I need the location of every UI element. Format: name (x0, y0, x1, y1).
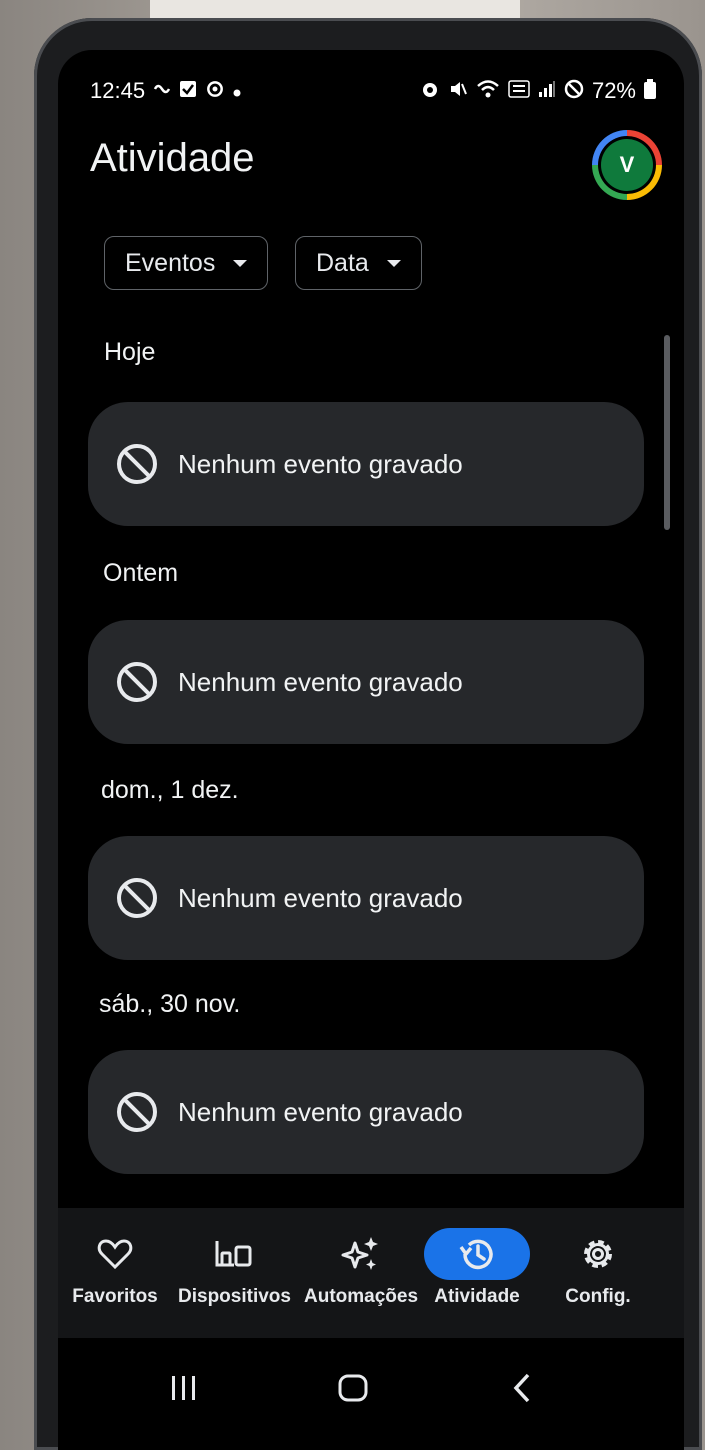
section-label-yesterday: Ontem (103, 559, 179, 587)
account-avatar[interactable]: V (592, 130, 662, 200)
page-title: Atividade (90, 136, 255, 180)
empty-event-message: Nenhum evento gravado (178, 666, 463, 697)
recent-apps-button[interactable] (154, 1366, 214, 1410)
mute-icon (448, 79, 468, 104)
back-icon (513, 1373, 530, 1403)
nav-item-devices[interactable]: Dispositivos (178, 1228, 291, 1308)
nav-item-automations[interactable]: Automações (304, 1228, 418, 1308)
section-label-date: sáb., 30 nov. (99, 990, 241, 1018)
nav-icon-container (308, 1228, 414, 1280)
dropdown-arrow-icon (386, 259, 401, 267)
battery-icon (644, 78, 656, 104)
home-button[interactable] (323, 1366, 383, 1410)
battery-level: 72% (591, 78, 636, 103)
date-filter-chip[interactable]: Data (295, 236, 422, 290)
system-navigation-bar (58, 1338, 684, 1450)
recent-apps-icon (172, 1376, 195, 1400)
status-left: 12:45 (90, 78, 241, 104)
dot-icon (233, 81, 241, 102)
nav-label: Dispositivos (178, 1286, 291, 1307)
status-right: 72% (420, 78, 656, 104)
alarm-icon (420, 79, 440, 104)
blocked-icon (117, 444, 157, 484)
events-filter-chip[interactable]: Eventos (104, 236, 269, 290)
empty-event-card: Nenhum evento gravado (88, 620, 644, 744)
sparkle-icon (341, 1237, 379, 1270)
status-bar: 12:45 72% (58, 76, 684, 106)
section-label-today: Hoje (104, 338, 156, 366)
nav-icon-container (181, 1228, 287, 1280)
signal-icon (538, 80, 556, 103)
heart-icon (97, 1239, 133, 1270)
section-label-date: dom., 1 dez. (101, 776, 239, 804)
empty-event-card: Nenhum evento gravado (88, 402, 644, 526)
nav-icon-container-active (424, 1228, 530, 1280)
nav-icon-container (545, 1228, 651, 1280)
home-icon (338, 1374, 368, 1402)
blocked-icon (117, 1092, 157, 1132)
wifi-icon (476, 79, 500, 104)
empty-event-card: Nenhum evento gravado (88, 836, 644, 960)
nav-item-activity[interactable]: Atividade (424, 1228, 530, 1308)
do-not-disturb-icon (564, 79, 584, 104)
avatar-ring-inner: V (598, 136, 656, 194)
scrollbar[interactable] (664, 335, 670, 530)
dropdown-arrow-icon (233, 259, 248, 267)
empty-event-card: Nenhum evento gravado (88, 1050, 644, 1174)
settings-status-icon (205, 79, 225, 104)
empty-event-message: Nenhum evento gravado (178, 448, 463, 479)
empty-event-message: Nenhum evento gravado (178, 882, 463, 913)
status-time: 12:45 (90, 78, 146, 103)
date-filter-label: Data (316, 248, 369, 277)
nav-label: Automações (304, 1286, 419, 1307)
nav-label: Config. (565, 1286, 631, 1307)
back-button[interactable] (492, 1366, 552, 1410)
nav-label: Atividade (434, 1286, 520, 1307)
blocked-icon (117, 878, 157, 918)
nav-item-settings[interactable]: Config. (545, 1228, 651, 1308)
empty-event-message: Nenhum evento gravado (178, 1096, 463, 1127)
notification-icon (153, 81, 171, 102)
history-icon (459, 1239, 493, 1270)
avatar-initial: V (601, 139, 653, 191)
nav-label: Favoritos (72, 1286, 158, 1307)
volte-icon (508, 79, 530, 104)
devices-icon (215, 1241, 252, 1267)
screen: 12:45 72% Atividade V Eventos Data Hoje … (58, 50, 684, 1450)
blocked-icon (117, 662, 157, 702)
nav-icon-container (62, 1228, 168, 1280)
bottom-navigation: Favoritos Dispositivos Automações Ativid… (58, 1208, 684, 1338)
nav-item-favorites[interactable]: Favoritos (62, 1228, 168, 1308)
checkbox-icon (179, 80, 197, 103)
gear-icon (584, 1240, 612, 1268)
events-filter-label: Eventos (125, 248, 216, 277)
